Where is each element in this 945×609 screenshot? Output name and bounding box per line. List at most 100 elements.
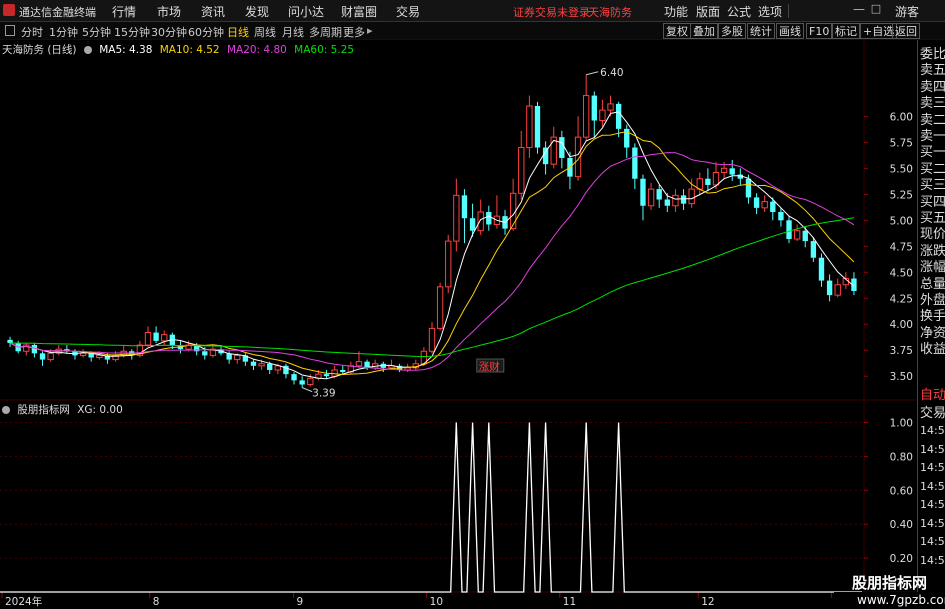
legend-dot-icon[interactable] — [83, 46, 92, 54]
tool-mark[interactable]: 标记 — [832, 23, 860, 39]
indicator-series — [0, 422, 862, 593]
candle-body-down — [664, 199, 670, 206]
candle-body-down — [299, 380, 305, 385]
candle-body-up — [688, 188, 695, 205]
period-1min[interactable]: 1分钟 — [49, 24, 78, 40]
tool-multi-stock[interactable]: 多股 — [718, 23, 746, 39]
candle-body-up — [647, 188, 655, 207]
menu-options[interactable]: 选项 — [758, 3, 782, 20]
menu-layout[interactable]: 版面 — [696, 3, 720, 20]
app-logo-icon — [3, 4, 15, 16]
candle-body-up — [526, 105, 533, 149]
menu-news[interactable]: 资讯 — [201, 3, 225, 20]
tick-timestamp: 14:56 — [920, 535, 945, 548]
candle-body-up — [445, 240, 452, 288]
menu-separator — [788, 4, 789, 18]
period-more[interactable]: 更多 — [343, 24, 365, 40]
period-5min[interactable]: 5分钟 — [82, 24, 111, 40]
candle-body-up — [453, 194, 460, 242]
stock-title: 天海防务 (日线) — [2, 44, 77, 56]
tool-statistics[interactable]: 统计 — [747, 23, 775, 39]
menu-trade[interactable]: 交易 — [396, 3, 420, 20]
period-daily[interactable]: 日线 — [227, 24, 249, 40]
menu-market[interactable]: 市场 — [157, 3, 181, 20]
event-badge-label: 涨财 — [479, 360, 500, 373]
tool-draw-line[interactable]: 画线 — [776, 23, 804, 39]
period-weekly[interactable]: 周线 — [254, 24, 276, 40]
tool-f10[interactable]: F10 — [806, 23, 833, 39]
menu-ask-xiaoda[interactable]: 问小达 — [288, 3, 324, 20]
candle-body-up — [404, 367, 411, 371]
price-tick-label: 6.00 — [890, 111, 913, 123]
auto-trade-label[interactable]: 自动 — [920, 384, 945, 403]
indicator-dot-icon[interactable] — [2, 406, 10, 414]
candle-body-down — [534, 105, 541, 148]
period-30min[interactable]: 30分钟 — [151, 24, 187, 40]
maximize-icon[interactable]: □ — [868, 2, 884, 18]
panel-toggle-icon[interactable] — [5, 25, 15, 36]
price-tick-label: 4.75 — [890, 241, 913, 253]
candle-body-up — [144, 332, 152, 346]
price-tick-label: 4.50 — [890, 267, 913, 279]
indicator-tick-label: 0.60 — [890, 485, 913, 497]
candle-body-up — [720, 167, 728, 173]
candle-body-up — [477, 211, 484, 232]
period-15min[interactable]: 15分钟 — [114, 24, 150, 40]
candle-body-up — [161, 334, 168, 342]
period-intraday[interactable]: 分时 — [21, 24, 43, 40]
price-tick-label: 3.75 — [890, 345, 913, 357]
menu-market-quotes[interactable]: 行情 — [112, 3, 136, 20]
candle-body-up — [599, 109, 606, 122]
kline-chart[interactable]: 6.00 5.75 5.50 5.25 5.00 4.75 4.50 4.25 4.00 3.75… — [0, 40, 917, 609]
low-pointer — [301, 387, 313, 393]
trade-login-status[interactable]: 证券交易未登录 — [513, 4, 590, 20]
minimize-icon[interactable]: — — [851, 2, 867, 18]
indicator-legend: 股朋指标网 XG: 0.00 — [2, 402, 127, 417]
candle-body-down — [291, 374, 297, 381]
candle-body-down — [615, 103, 622, 129]
candle-body-down — [486, 211, 492, 225]
candle-body-up — [79, 352, 87, 356]
menu-functions[interactable]: 功能 — [664, 3, 688, 20]
chart-axes: 6.00 5.75 5.50 5.25 5.00 4.75 4.50 4.25 4.00 3.75… — [1, 111, 913, 608]
menu-wealth-circle[interactable]: 财富圈 — [341, 3, 377, 20]
candle-body-up — [761, 201, 768, 209]
period-60min[interactable]: 60分钟 — [188, 24, 224, 40]
candle-body-up — [582, 95, 590, 138]
menu-discover[interactable]: 发现 — [245, 3, 269, 20]
tool-adjust[interactable]: 复权 — [663, 23, 691, 39]
tick-timestamp: 14:56 — [920, 461, 945, 474]
candle-body-down — [818, 257, 825, 281]
candle-body-down — [745, 178, 752, 198]
tick-timestamp: 14:56 — [920, 553, 945, 567]
period-toolbar: 分时 1分钟 5分钟 15分钟 30分钟 60分钟 日线 周线 月线 多周期 更… — [0, 22, 945, 40]
candle-body-down — [810, 241, 817, 258]
trade-label[interactable]: 交易 — [920, 402, 945, 421]
candle-body-up — [331, 369, 338, 377]
xg-signal-line — [0, 422, 862, 593]
candle-body-up — [258, 363, 265, 367]
candle-body-up — [96, 354, 103, 359]
period-multi[interactable]: 多周期 — [309, 24, 342, 40]
indicator-tick-label: 0.80 — [890, 451, 913, 463]
candle-body-down — [323, 374, 330, 377]
candle-body-up — [712, 171, 720, 186]
candle-body-up — [672, 194, 679, 207]
visitor-label[interactable]: 游客 — [895, 3, 919, 20]
candle-body-down — [591, 95, 597, 121]
more-arrow-icon[interactable]: ▸ — [367, 24, 373, 37]
high-pointer — [586, 71, 599, 76]
candle-body-up — [793, 230, 801, 240]
chart-grid — [0, 40, 916, 609]
ma20-label: MA20: 4.80 — [226, 44, 287, 56]
price-tick-label: 5.00 — [890, 215, 913, 227]
price-tick-label: 5.25 — [890, 189, 913, 201]
candle-body-down — [729, 168, 735, 175]
indicator-title: 股朋指标网 — [17, 404, 70, 416]
x-tick-label: 11 — [563, 596, 576, 608]
tool-back[interactable]: 返回 — [892, 23, 920, 39]
candle-body-down — [632, 147, 638, 179]
tool-overlay[interactable]: 叠加 — [690, 23, 718, 39]
period-monthly[interactable]: 月线 — [282, 24, 304, 40]
menu-formula[interactable]: 公式 — [727, 3, 751, 20]
